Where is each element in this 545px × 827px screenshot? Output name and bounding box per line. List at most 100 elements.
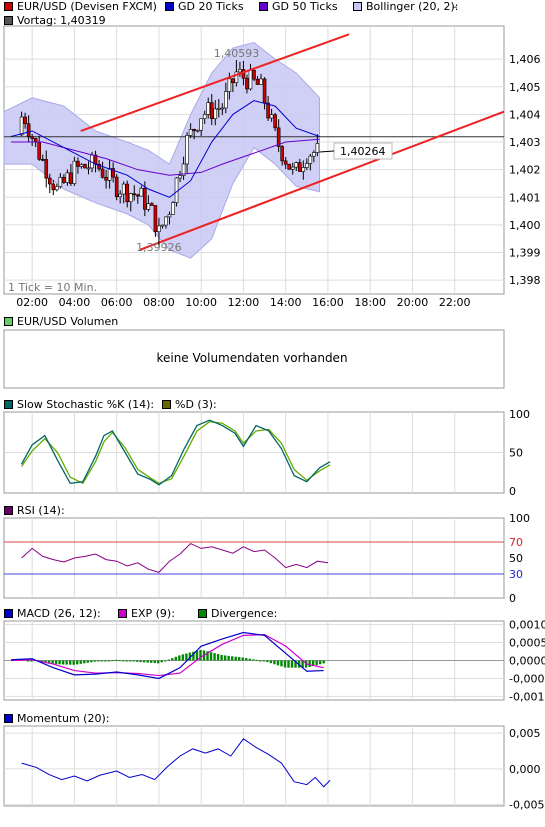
y-tick-label: -0,0010 xyxy=(509,690,545,703)
candle-body xyxy=(160,224,165,227)
y-tick-label: -0,005 xyxy=(509,799,544,812)
candle-body xyxy=(195,129,200,132)
legend-swatch xyxy=(198,609,207,618)
divergence-bar xyxy=(121,660,125,662)
candle-body xyxy=(26,123,31,137)
divergence-bar xyxy=(280,660,283,667)
candle-body xyxy=(79,164,84,167)
divergence-bar xyxy=(93,660,97,662)
x-tick-label: 10:00 xyxy=(185,296,217,309)
divergence-bar xyxy=(220,654,223,661)
candle-body xyxy=(245,77,249,90)
divergence-bar xyxy=(318,660,322,665)
legend-label: GD 50 Ticks xyxy=(272,0,338,13)
high-annotation: 1,40593 xyxy=(214,47,260,60)
candle-body xyxy=(252,69,256,80)
candle-body xyxy=(121,183,126,195)
legend-item: Divergence: xyxy=(198,607,277,620)
divergence-bar xyxy=(252,659,255,661)
divergence-bar xyxy=(283,660,287,668)
divergence-bar xyxy=(26,660,30,662)
divergence-bar xyxy=(315,660,318,666)
candle-body xyxy=(143,187,147,210)
divergence-bar xyxy=(181,654,185,661)
candle-body xyxy=(238,69,242,73)
divergence-bar xyxy=(157,660,160,664)
y-tick-label: 0,0005 xyxy=(509,637,545,650)
divergence-bar xyxy=(322,660,325,664)
candle-body xyxy=(315,143,320,153)
legend-swatch xyxy=(165,2,174,11)
y-tick-label: 50 xyxy=(509,552,523,565)
divergence-bar xyxy=(227,655,230,661)
rsi-legend: RSI (14): xyxy=(4,504,65,517)
y-tick-label: 0 xyxy=(509,485,516,498)
candle-body xyxy=(167,214,172,218)
y-tick-label: 1,400 xyxy=(509,219,541,232)
vortag-legend: Vortag: 1,40319 xyxy=(4,14,106,27)
candle-body xyxy=(86,167,91,170)
legend-item: MACD (26, 12): xyxy=(4,607,101,620)
divergence-bar xyxy=(167,659,170,661)
candle-body xyxy=(47,177,52,185)
tick-note: 1 Tick = 10 Min. xyxy=(8,281,97,294)
legend-item: %D (3): xyxy=(162,398,217,411)
candle-body xyxy=(241,69,246,79)
momentum-panel xyxy=(3,725,505,807)
candle-body xyxy=(62,177,66,183)
candle-body xyxy=(199,118,203,131)
candle-body xyxy=(128,193,133,203)
y-tick-label: -0,0005 xyxy=(509,672,545,685)
divergence-bar xyxy=(128,660,132,662)
y-tick-label: 1,406 xyxy=(509,53,541,66)
candle-body xyxy=(104,177,108,181)
y-tick-label: 1,398 xyxy=(509,274,541,287)
candle-body xyxy=(65,172,70,183)
divergence-bar xyxy=(234,656,237,661)
x-tick-label: 04:00 xyxy=(59,296,91,309)
legend-item: GD 50 Ticks xyxy=(259,0,338,13)
last-price-annotation: 1,40264 xyxy=(340,145,386,158)
candle-body xyxy=(255,78,260,85)
legend-label: MACD (26, 12): xyxy=(17,607,101,620)
divergence-bar xyxy=(160,660,163,663)
y-tick-label: 1,402 xyxy=(509,164,541,177)
divergence-bar xyxy=(213,653,216,661)
candle-body xyxy=(37,141,42,160)
y-tick-label: 1,404 xyxy=(509,108,541,121)
divergence-bar xyxy=(266,660,269,663)
candle-body xyxy=(224,91,228,109)
momentum-legend-label: Momentum (20): xyxy=(17,712,110,725)
divergence-bar xyxy=(255,659,259,661)
candle-body xyxy=(259,78,263,85)
candle-body xyxy=(44,159,49,179)
rsi-swatch xyxy=(4,506,13,515)
candle-body xyxy=(107,168,112,181)
candle-body xyxy=(312,152,316,157)
divergence-bar xyxy=(174,656,178,661)
divergence-bar xyxy=(54,660,58,665)
legend-item: EXP (9): xyxy=(118,607,175,620)
legend-item: Bollinger (20, 2): xyxy=(353,0,458,13)
y-tick-label: 100 xyxy=(509,512,530,525)
y-tick-label: 1,405 xyxy=(509,81,541,94)
divergence-bar xyxy=(146,660,149,663)
candle-body xyxy=(76,160,80,167)
divergence-bar xyxy=(135,660,139,662)
volume-message: keine Volumendaten vorhanden xyxy=(156,351,348,365)
legend-swatch xyxy=(162,400,171,409)
divergence-bar xyxy=(72,660,75,665)
divergence-bar xyxy=(58,660,61,665)
candle-body xyxy=(72,160,77,184)
candle-body xyxy=(174,177,179,203)
x-tick-label: 02:00 xyxy=(16,296,48,309)
divergence-bar xyxy=(248,658,251,661)
divergence-bar xyxy=(209,652,213,661)
chart-canvas: 1,406 1,405 1,404 1,403 1,402 1,401 1,400 1,399… xyxy=(3,25,545,812)
volume-swatch xyxy=(4,317,13,326)
x-tick-label: 08:00 xyxy=(143,296,175,309)
candle-body xyxy=(118,193,122,198)
legend-label: %D (3): xyxy=(175,398,217,411)
candle-body xyxy=(153,205,158,233)
x-tick-label: 12:00 xyxy=(228,296,260,309)
